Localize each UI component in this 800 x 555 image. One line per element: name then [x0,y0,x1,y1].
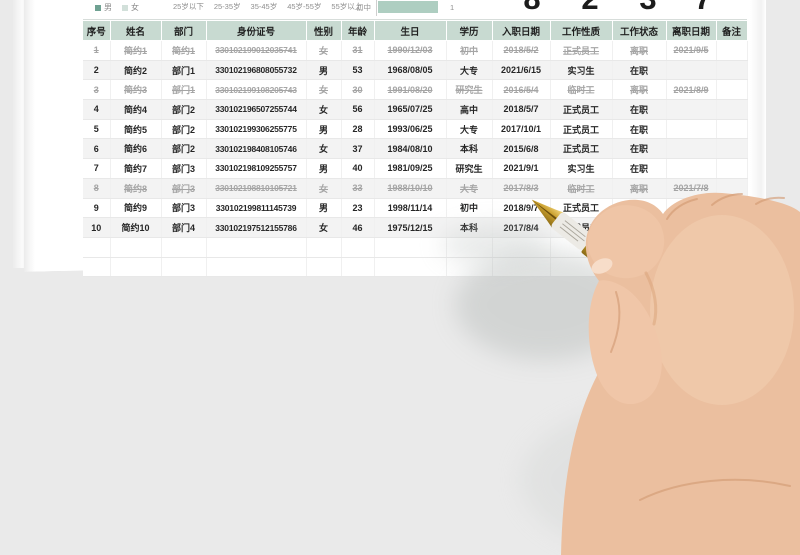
hand-with-pen [440,192,800,555]
screenshot-stage: 男女 25岁以下25-35岁35-45岁45岁-55岁55岁以上 初中 1 82… [0,0,800,555]
hand [561,192,800,555]
